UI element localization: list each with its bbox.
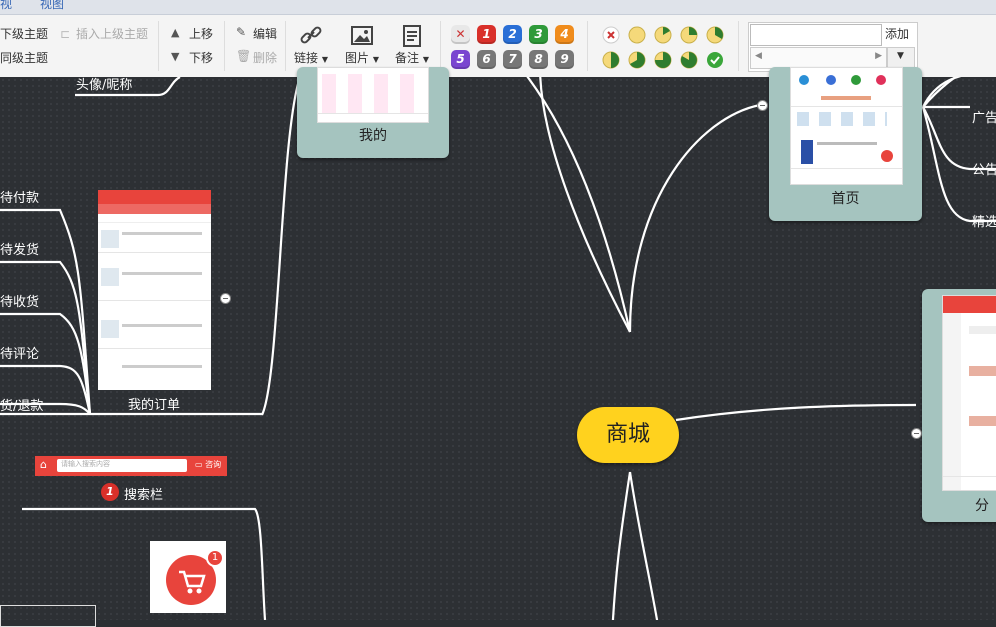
progress-clear-button[interactable]: [602, 26, 620, 44]
progress-done-button[interactable]: [706, 51, 724, 69]
priority-clear-button[interactable]: ✕: [451, 25, 470, 44]
edit-button[interactable]: 编辑: [253, 25, 277, 42]
node-caption-my: 我的: [359, 128, 387, 144]
arrow-down-icon: ▼: [171, 50, 180, 63]
branch-label-ads[interactable]: 广告: [972, 107, 996, 126]
menu-bar: 视 视图: [0, 0, 996, 15]
priority-5-button[interactable]: 5: [451, 50, 470, 69]
node-caption-home: 首页: [831, 191, 860, 207]
menu-tab-partial[interactable]: 视: [0, 0, 12, 12]
node-card-category[interactable]: 分: [922, 289, 996, 522]
move-up-button[interactable]: 上移: [189, 25, 213, 42]
menu-tab-view[interactable]: 视图: [40, 0, 64, 12]
progress-3-button[interactable]: [706, 26, 724, 44]
scroll-left-icon[interactable]: ◀: [755, 51, 762, 61]
priority-9-button[interactable]: 9: [555, 50, 574, 69]
home-icon: ⌂: [40, 458, 47, 471]
branch-label-featured[interactable]: 精选: [972, 211, 996, 230]
progress-4-button[interactable]: [602, 51, 620, 69]
priority-badge: 1: [101, 483, 119, 501]
image-icon: [351, 26, 373, 45]
separator: [587, 21, 588, 71]
collapse-toggle[interactable]: [911, 428, 922, 439]
tag-dropdown[interactable]: ▼: [887, 47, 915, 69]
separator: [158, 21, 159, 71]
branch-label-pending-receipt[interactable]: 待收货: [0, 291, 39, 310]
progress-5-button[interactable]: [628, 51, 646, 69]
node-caption-category: 分: [975, 498, 989, 514]
progress-7-button[interactable]: [680, 51, 698, 69]
caret-down-icon: ▼: [422, 55, 429, 64]
search-input[interactable]: 请输入搜索内容: [57, 459, 187, 472]
progress-2-button[interactable]: [680, 26, 698, 44]
insert-parent-button[interactable]: 插入上级主题: [76, 25, 148, 42]
mindmap-canvas[interactable]: 头像/昵称 待付款 待发货 待收货 待评论 货/退款 我的 我的订单 ⌂ 请输入…: [0, 67, 996, 627]
node-card-my[interactable]: 我的: [297, 67, 449, 158]
image-label: 图片: [345, 51, 370, 65]
branch-label-refund[interactable]: 货/退款: [0, 395, 43, 414]
priority-7-button[interactable]: 7: [503, 50, 522, 69]
search-placeholder: 请输入搜索内容: [61, 460, 110, 468]
scroll-right-icon[interactable]: ▶: [875, 51, 882, 61]
pencil-icon: ✎: [236, 25, 247, 39]
partial-node: [0, 605, 96, 627]
caret-down-icon: ▼: [321, 55, 328, 64]
node-search-bar[interactable]: ⌂ 请输入搜索内容 ▭ 咨询: [35, 456, 227, 476]
screenshot-header: [98, 190, 211, 204]
note-button[interactable]: 备注 ▼: [392, 23, 432, 66]
priority-3-button[interactable]: 3: [529, 25, 548, 44]
branch-label-notice[interactable]: 公告: [972, 159, 996, 178]
arrow-up-icon: ▲: [171, 26, 180, 39]
link-button[interactable]: 链接 ▼: [292, 23, 330, 66]
note-icon: [403, 25, 421, 47]
separator: [440, 21, 441, 71]
progress-1-button[interactable]: [654, 26, 672, 44]
priority-1-button[interactable]: 1: [477, 25, 496, 44]
delete-button[interactable]: 删除: [253, 49, 277, 66]
screenshot-home-page: [790, 67, 903, 185]
priority-8-button[interactable]: 8: [529, 50, 548, 69]
collapse-toggle[interactable]: [220, 293, 231, 304]
insert-parent-icon: ⊏: [60, 27, 71, 41]
separator: [738, 21, 739, 71]
image-button[interactable]: 图片 ▼: [342, 23, 382, 66]
node-caption-orders: 我的订单: [128, 398, 181, 413]
link-icon: [300, 26, 322, 44]
caret-down-icon: ▼: [372, 55, 379, 64]
add-button[interactable]: 添加: [885, 25, 909, 42]
collapse-toggle[interactable]: [757, 100, 768, 111]
note-label: 备注: [395, 51, 420, 65]
branch-label-pending-shipment[interactable]: 待发货: [0, 239, 39, 258]
node-cart-image[interactable]: 1: [150, 541, 226, 613]
separator: [224, 21, 225, 71]
progress-6-button[interactable]: [654, 51, 672, 69]
priority-4-button[interactable]: 4: [555, 25, 574, 44]
priority-6-button[interactable]: 6: [477, 50, 496, 69]
node-card-orders[interactable]: [98, 190, 211, 390]
screenshot-my-page: [317, 67, 429, 123]
central-topic[interactable]: 商城: [577, 407, 679, 463]
branch-label-pending-payment[interactable]: 待付款: [0, 187, 39, 206]
insert-sibling-button[interactable]: 同级主题: [0, 49, 48, 66]
add-tag-panel: 添加 ◀ ▶ ▼: [748, 22, 918, 72]
tag-scroll-list[interactable]: ◀ ▶: [750, 47, 887, 69]
priority-2-button[interactable]: 2: [503, 25, 522, 44]
screenshot-category-page: [942, 295, 996, 491]
trash-icon: 🗑: [236, 49, 252, 63]
progress-0-button[interactable]: [628, 26, 646, 44]
node-card-home[interactable]: 首页: [769, 67, 922, 221]
link-label: 链接: [294, 51, 319, 65]
message-icon: ▭ 咨询: [195, 460, 222, 469]
caret-down-icon: ▼: [897, 51, 904, 61]
branch-label-avatar[interactable]: 头像/昵称: [76, 74, 132, 93]
move-down-button[interactable]: 下移: [189, 49, 213, 66]
branch-label-pending-review[interactable]: 待评论: [0, 343, 39, 362]
insert-child-button[interactable]: 下级主题: [0, 25, 48, 42]
node-caption-search: 搜索栏: [124, 488, 164, 503]
separator: [285, 21, 286, 71]
tag-input[interactable]: [750, 24, 882, 46]
cart-count-badge: 1: [206, 549, 224, 567]
